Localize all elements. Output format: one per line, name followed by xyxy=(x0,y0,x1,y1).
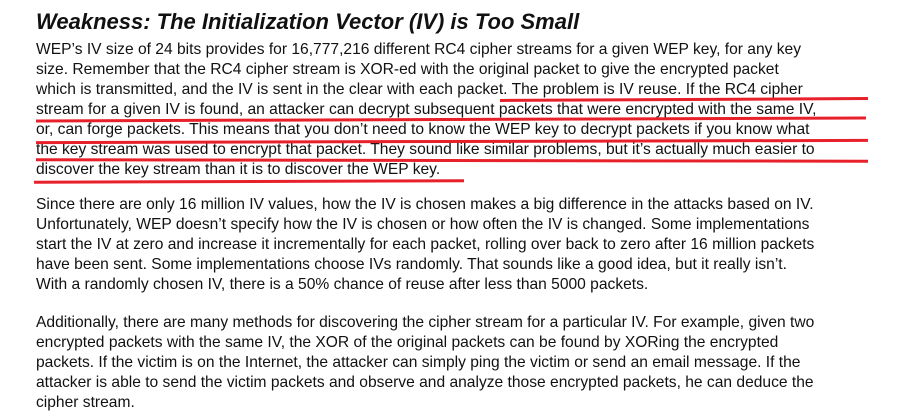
highlight-underline xyxy=(33,179,465,184)
paragraph-2-line: Unfortunately, WEP doesn’t specify how t… xyxy=(36,216,810,233)
paragraph-3-line: Additionally, there are many methods for… xyxy=(36,314,815,331)
paragraph-1-line: size. Remember that the RC4 cipher strea… xyxy=(36,61,779,78)
paragraph-2-line: Since there are only 16 million IV value… xyxy=(36,196,814,213)
paragraph-1-line: or, can forge packets. This means that y… xyxy=(36,121,810,138)
paragraph-3-line: encrypted packets with the same IV, the … xyxy=(36,334,779,351)
paragraph-3-line: packets. If the victim is on the Interne… xyxy=(36,354,801,371)
paragraph-3-line: attacker is able to send the victim pack… xyxy=(36,374,814,391)
paragraph-2-line: start the IV at zero and increase it inc… xyxy=(36,236,815,253)
paragraph-3-line: cipher stream. xyxy=(36,394,135,411)
document-page: Weakness: The Initialization Vector (IV)… xyxy=(0,0,924,417)
section-heading: Weakness: The Initialization Vector (IV)… xyxy=(36,9,580,34)
paragraph-1-line: WEP’s IV size of 24 bits provides for 16… xyxy=(36,41,802,58)
paragraph-1-line: discover the key stream than it is to di… xyxy=(36,161,441,178)
paragraph-2-line: With a randomly chosen IV, there is a 50… xyxy=(36,276,649,293)
paragraph-2-line: have been sent. Some implementations cho… xyxy=(36,256,787,273)
